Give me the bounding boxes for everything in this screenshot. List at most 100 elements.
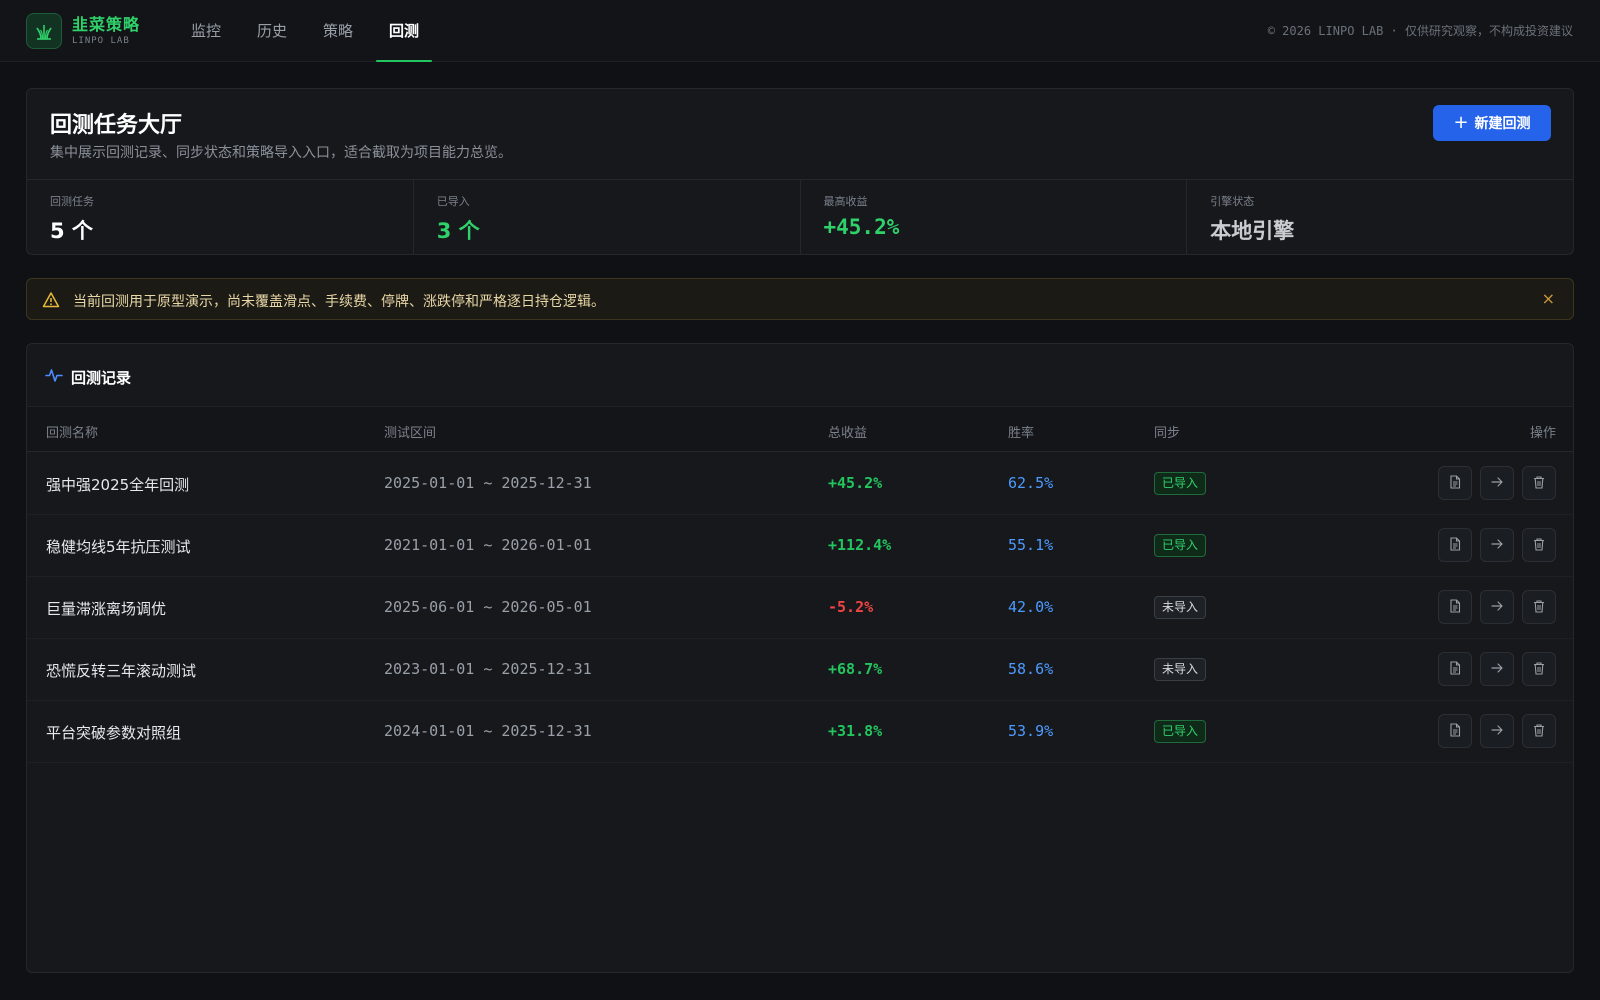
view-report-button[interactable] (1438, 528, 1472, 562)
stats-row: 回测任务 5 个 已导入 3 个 最高收益 +45.2% 引擎状态 本地引擎 (27, 179, 1573, 254)
document-icon (1448, 722, 1462, 741)
warning-triangle-icon (42, 291, 60, 313)
table-row: 巨量滞涨离场调优 2025-06-01 ~ 2026-05-01 -5.2% 4… (27, 576, 1573, 639)
sprout-icon (26, 13, 62, 49)
win-rate: 55.1% (1008, 536, 1054, 554)
new-backtest-label: 新建回测 (1474, 116, 1531, 132)
sync-status-badge: 未导入 (1154, 658, 1207, 681)
stat-value: 本地引擎 (1210, 219, 1295, 243)
total-return: +68.7% (828, 660, 883, 678)
delete-backtest-button[interactable] (1522, 590, 1556, 624)
nav-history[interactable]: 历史 (242, 0, 302, 62)
warning-banner: 当前回测用于原型演示，尚未覆盖滑点、手续费、停牌、涨跌停和严格逐日持仓逻辑。 × (26, 278, 1574, 320)
trash-icon (1532, 536, 1546, 555)
arrow-right-icon (1490, 598, 1504, 617)
document-icon (1448, 536, 1462, 555)
stat-value: +45.2% (823, 215, 900, 239)
records-header: 回测记录 (45, 366, 131, 388)
delete-backtest-button[interactable] (1522, 528, 1556, 562)
backtest-name: 平台突破参数对照组 (46, 724, 182, 742)
delete-backtest-button[interactable] (1522, 714, 1556, 748)
row-actions (1430, 528, 1556, 562)
col-winrate: 胜率 (1008, 426, 1035, 441)
activity-pulse-icon (45, 366, 63, 388)
col-return: 总收益 (828, 426, 868, 441)
trash-icon (1532, 660, 1546, 679)
delete-backtest-button[interactable] (1522, 652, 1556, 686)
stat-engine: 引擎状态 本地引擎 (1187, 180, 1573, 254)
test-range: 2025-06-01 ~ 2026-05-01 (384, 598, 592, 616)
win-rate: 42.0% (1008, 598, 1054, 616)
open-backtest-button[interactable] (1480, 466, 1514, 500)
view-report-button[interactable] (1438, 652, 1472, 686)
sync-status-badge: 已导入 (1154, 534, 1207, 557)
page-title: 回测任务大厅 (50, 113, 183, 138)
win-rate: 62.5% (1008, 474, 1054, 492)
main-nav: 监控 历史 策略 回测 (176, 0, 440, 62)
copyright-notice: © 2026 LINPO LAB · 仅供研究观察，不构成投资建议 (1267, 24, 1573, 38)
sync-status-badge: 未导入 (1154, 596, 1207, 619)
trash-icon (1532, 722, 1546, 741)
open-backtest-button[interactable] (1480, 652, 1514, 686)
backtest-records-panel: 回测记录 回测名称 测试区间 总收益 胜率 同步 操作 强中强2025全年回测 … (26, 343, 1574, 973)
arrow-right-icon (1490, 660, 1504, 679)
open-backtest-button[interactable] (1480, 590, 1514, 624)
stat-best-return: 最高收益 +45.2% (801, 180, 1188, 254)
open-backtest-button[interactable] (1480, 528, 1514, 562)
col-actions: 操作 (1529, 426, 1556, 441)
nav-monitor[interactable]: 监控 (176, 0, 236, 62)
page-subtitle: 集中展示回测记录、同步状态和策略导入入口，适合截取为项目能力总览。 (50, 145, 512, 161)
sync-status-badge: 已导入 (1154, 472, 1207, 495)
view-report-button[interactable] (1438, 466, 1472, 500)
stat-value: 5 个 (50, 219, 93, 243)
new-backtest-button[interactable]: + 新建回测 (1433, 105, 1551, 141)
total-return: +45.2% (828, 474, 883, 492)
trash-icon (1532, 598, 1546, 617)
total-return: -5.2% (828, 598, 874, 616)
trash-icon (1532, 474, 1546, 493)
brand-subtitle: LINPO LAB (72, 36, 130, 46)
stat-label: 回测任务 (50, 195, 94, 208)
table-row: 强中强2025全年回测 2025-01-01 ~ 2025-12-31 +45.… (27, 452, 1573, 515)
view-report-button[interactable] (1438, 714, 1472, 748)
brand-name: 韭菜策略 (72, 15, 141, 34)
total-return: +31.8% (828, 722, 883, 740)
backtest-name: 巨量滞涨离场调优 (46, 600, 167, 618)
arrow-right-icon (1490, 722, 1504, 741)
backtest-name: 恐慌反转三年滚动测试 (46, 662, 197, 680)
nav-backtest[interactable]: 回测 (374, 0, 434, 62)
test-range: 2024-01-01 ~ 2025-12-31 (384, 722, 592, 740)
col-range: 测试区间 (384, 426, 437, 441)
plus-icon: + (1453, 112, 1469, 133)
stat-label: 引擎状态 (1210, 195, 1255, 208)
document-icon (1448, 474, 1462, 493)
stat-label: 最高收益 (823, 195, 868, 208)
win-rate: 58.6% (1008, 660, 1054, 678)
nav-strategy[interactable]: 策略 (308, 0, 368, 62)
stat-label: 已导入 (436, 195, 470, 208)
stat-value: 3 个 (436, 219, 480, 243)
close-icon[interactable]: × (1542, 289, 1555, 308)
open-backtest-button[interactable] (1480, 714, 1514, 748)
delete-backtest-button[interactable] (1522, 466, 1556, 500)
view-report-button[interactable] (1438, 590, 1472, 624)
col-sync: 同步 (1154, 426, 1181, 441)
backtest-name: 稳健均线5年抗压测试 (46, 538, 191, 556)
arrow-right-icon (1490, 536, 1504, 555)
table-row: 稳健均线5年抗压测试 2021-01-01 ~ 2026-01-01 +112.… (27, 514, 1573, 577)
warning-text: 当前回测用于原型演示，尚未覆盖滑点、手续费、停牌、涨跌停和严格逐日持仓逻辑。 (73, 294, 605, 310)
row-actions (1430, 652, 1556, 686)
backtest-hall-header: 回测任务大厅 集中展示回测记录、同步状态和策略导入入口，适合截取为项目能力总览。… (26, 88, 1574, 255)
stat-tasks: 回测任务 5 个 (27, 180, 414, 254)
backtest-name: 强中强2025全年回测 (46, 476, 190, 494)
test-range: 2021-01-01 ~ 2026-01-01 (384, 536, 592, 554)
col-name: 回测名称 (46, 426, 99, 441)
arrow-right-icon (1490, 474, 1504, 493)
row-actions (1430, 714, 1556, 748)
stat-imported: 已导入 3 个 (414, 180, 801, 254)
top-bar: 韭菜策略 LINPO LAB 监控 历史 策略 回测 © 2026 LINPO … (0, 0, 1600, 62)
win-rate: 53.9% (1008, 722, 1054, 740)
brand[interactable]: 韭菜策略 LINPO LAB (26, 13, 140, 49)
document-icon (1448, 598, 1462, 617)
sync-status-badge: 已导入 (1154, 720, 1207, 743)
